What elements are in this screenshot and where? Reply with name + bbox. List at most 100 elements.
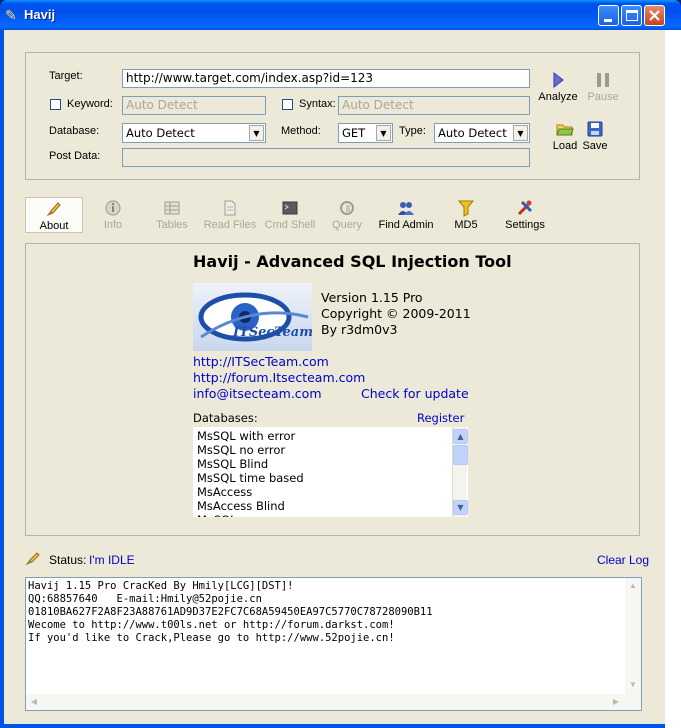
save-button[interactable]: Save [579,120,611,152]
log-scroll-up-button[interactable]: ▲ [626,579,640,593]
query-icon [340,201,354,215]
info-icon [105,200,121,216]
syntax-checkbox[interactable] [282,99,293,110]
email-link[interactable]: info@itsecteam.com [193,386,322,401]
log-scroll-right-button[interactable]: ▶ [609,695,623,709]
log-textarea[interactable]: Havij 1.15 Pro CracKed By Hmily[LCG][DST… [25,577,642,711]
author-text: By r3dm0v3 [321,322,398,337]
window-title: Havij [24,7,56,22]
postdata-label: Post Data: [49,150,101,162]
logo-eye-graphic [198,292,309,342]
tab-tables[interactable]: Tables [146,197,198,233]
close-button[interactable] [644,5,665,26]
type-select-value: Auto Detect [438,126,507,140]
logo-text: ITSecTeam [233,325,312,340]
database-list-item[interactable]: MsSQL time based [197,471,468,485]
chevron-down-icon: ▼ [513,125,528,141]
databases-list[interactable]: MsSQL with error MsSQL no error MsSQL Blin… [193,427,468,517]
database-list-item[interactable]: MsSQL with error [197,429,468,443]
forum-link[interactable]: http://forum.Itsecteam.com [193,370,365,385]
database-select-value: Auto Detect [126,126,195,140]
database-list-item[interactable]: MySQL [197,513,468,517]
analyze-label: Analyze [538,91,578,103]
syntax-input[interactable]: Auto Detect [338,96,530,115]
tab-cmd-shell-label: Cmd Shell [264,219,316,231]
tab-tables-label: Tables [156,219,188,231]
database-list-item[interactable]: MsSQL no error [197,443,468,457]
log-line: Havij 1.15 Pro CracKed By Hmily[LCG][DST… [28,580,294,592]
analyze-button[interactable]: Analyze [537,71,579,103]
log-line: 01810BA627F2A8F23A88761AD9D37E2FC7C68A59… [28,606,433,618]
app-window: ✎ Havij Target: http://www.target.com/in… [0,0,681,728]
type-select[interactable]: Auto Detect ▼ [434,123,530,143]
tab-about[interactable]: About [25,197,83,233]
postdata-input[interactable] [122,148,530,167]
havij-app-icon: ✎ [5,7,17,23]
tab-cmd-shell[interactable]: Cmd Shell [262,197,318,233]
log-scroll-left-button[interactable]: ◀ [27,695,41,709]
md5-icon [457,200,475,217]
load-button[interactable]: Load [547,120,583,152]
chevron-down-icon: ▼ [249,125,264,141]
minimize-button[interactable] [598,5,619,26]
tab-read-files[interactable]: Read Files [201,197,259,233]
type-label: Type: [399,125,426,137]
database-list-item[interactable]: MsSQL Blind [197,457,468,471]
window-right-area [665,30,681,728]
close-icon [649,10,660,21]
pen-icon [46,202,61,217]
file-icon [224,200,236,216]
tab-md5-label: MD5 [454,219,478,231]
tab-query[interactable]: Query [322,197,372,233]
terminal-icon [282,201,298,215]
database-list-item[interactable]: MsAccess [197,485,468,499]
log-line: If you'd like to Crack,Please go to http… [28,632,395,644]
tab-settings[interactable]: Settings [498,197,552,233]
tab-info-label: Info [103,219,123,231]
maximize-button[interactable] [621,5,642,26]
database-select[interactable]: Auto Detect ▼ [122,123,266,143]
status-value: I'm IDLE [89,553,135,567]
itsecteam-link[interactable]: http://ITSecTeam.com [193,354,329,369]
database-label: Database: [49,125,100,137]
tab-info[interactable]: Info [88,197,138,233]
folder-open-icon [556,124,574,136]
copyright-text: Copyright © 2009-2011 [321,306,471,321]
about-panel: Havij - Advanced SQL Injection Tool ITSe… [25,243,640,536]
databases-label: Databases: [193,411,258,425]
log-scroll-down-button[interactable]: ▼ [626,678,640,692]
log-hscroll[interactable]: ◀ ▶ [26,694,641,710]
settings-icon [517,200,533,216]
keyword-checkbox[interactable] [50,99,61,110]
clear-log-link[interactable]: Clear Log [597,553,649,567]
scroll-thumb[interactable] [453,445,468,465]
scroll-up-button[interactable]: ▲ [453,429,468,444]
chevron-down-icon: ▼ [376,125,391,141]
play-icon [553,71,564,89]
method-select[interactable]: GET ▼ [338,123,393,143]
pause-label: Pause [587,91,619,103]
title-bar[interactable]: ✎ Havij [0,0,681,30]
keyword-label: Keyword: [67,98,113,110]
register-link[interactable]: Register [417,411,464,425]
pause-button[interactable]: Pause [582,71,624,103]
databases-scrollbar[interactable]: ▲ ▼ [452,427,468,517]
save-label: Save [582,140,608,152]
log-vscroll[interactable]: ▲ ▼ [625,578,641,694]
keyword-input[interactable]: Auto Detect [122,96,266,115]
load-label: Load [552,140,578,152]
window-bottom-border [0,724,665,728]
check-update-link[interactable]: Check for update [361,386,469,401]
log-line: Wecome to http://www.t00ls.net or http:/… [28,619,395,631]
tab-find-admin[interactable]: Find Admin [376,197,436,233]
log-line: QQ:68857640 E-mail:Hmily@52pojie.cn [28,593,262,605]
scroll-down-button[interactable]: ▼ [453,500,468,515]
floppy-disk-icon [587,121,603,137]
target-input[interactable]: http://www.target.com/index.asp?id=123 [122,69,530,88]
database-list-item[interactable]: MsAccess Blind [197,499,468,513]
client-area: Target: http://www.target.com/index.asp?… [4,30,665,724]
target-group: Target: http://www.target.com/index.asp?… [25,52,640,180]
tab-md5[interactable]: MD5 [446,197,486,233]
syntax-label: Syntax: [299,98,336,110]
about-heading: Havij - Advanced SQL Injection Tool [193,252,512,271]
